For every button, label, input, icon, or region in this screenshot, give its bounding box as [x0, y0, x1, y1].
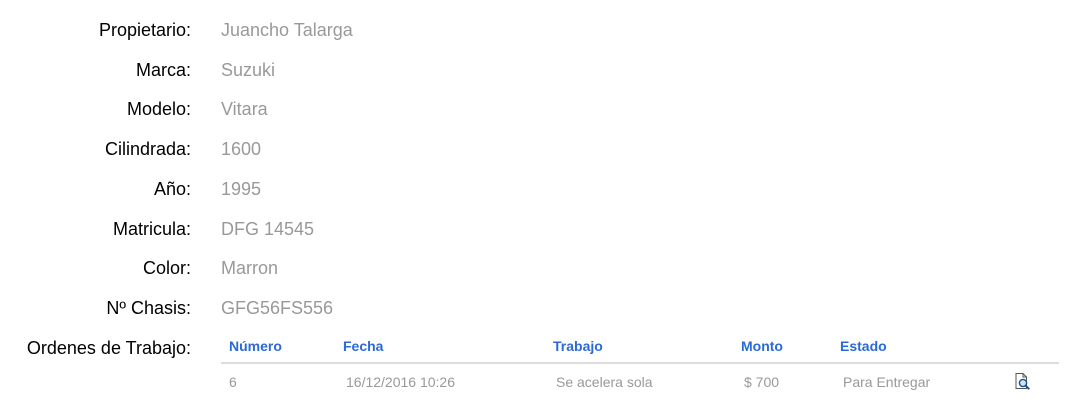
field-propietario: Propietario: Juancho Talarga [0, 18, 1076, 42]
field-chasis: Nº Chasis: GFG56FS556 [0, 296, 1076, 320]
field-value: DFG 14545 [221, 219, 315, 239]
field-anio: Año: 1995 [0, 177, 1076, 201]
field-cilindrada: Cilindrada: 1600 [0, 137, 1076, 161]
orders-table: Número Fecha Trabajo Monto Estado 6 16/1… [221, 333, 1059, 396]
cell-actions [997, 363, 1059, 396]
column-header-monto: Monto [733, 333, 832, 364]
field-value: Juancho Talarga [221, 20, 353, 40]
vehicle-detail-page: Propietario: Juancho Talarga Marca: Suzu… [0, 0, 1076, 413]
column-header-numero: Número [221, 333, 335, 364]
field-marca: Marca: Suzuki [0, 58, 1076, 82]
column-header-estado: Estado [832, 333, 997, 364]
cell-fecha: 16/12/2016 10:26 [346, 374, 455, 390]
field-label: Matricula: [112, 219, 191, 239]
field-modelo: Modelo: Vitara [0, 97, 1076, 121]
field-value: 1600 [221, 139, 262, 159]
cell-estado: Para Entregar [843, 374, 931, 390]
table-row: 6 16/12/2016 10:26 Se acelera sola $ 700… [221, 363, 1059, 396]
field-color: Color: Marron [0, 256, 1076, 280]
cell-numero: 6 [229, 374, 237, 390]
cell-monto: $ 700 [744, 374, 780, 390]
column-header-trabajo: Trabajo [545, 333, 733, 364]
view-details-icon[interactable] [1013, 372, 1031, 390]
field-label: Nº Chasis: [106, 298, 191, 318]
field-matricula: Matricula: DFG 14545 [0, 217, 1076, 241]
field-value: Suzuki [221, 60, 276, 80]
field-value: Vitara [221, 99, 268, 119]
cell-trabajo: Se acelera sola [556, 374, 653, 390]
field-label: Propietario: [98, 20, 191, 40]
field-label: Año: [153, 179, 191, 199]
field-label: Marca: [135, 60, 191, 80]
column-header-actions [997, 333, 1059, 364]
field-value: Marron [221, 258, 279, 278]
orders-label: Ordenes de Trabajo: [26, 338, 191, 358]
field-value: GFG56FS556 [221, 298, 334, 318]
field-label: Cilindrada: [104, 139, 191, 159]
field-label: Modelo: [126, 99, 191, 119]
field-label: Color: [142, 258, 191, 278]
field-value: 1995 [221, 179, 262, 199]
orders-header-row: Número Fecha Trabajo Monto Estado [221, 333, 1059, 364]
column-header-fecha: Fecha [335, 333, 545, 364]
